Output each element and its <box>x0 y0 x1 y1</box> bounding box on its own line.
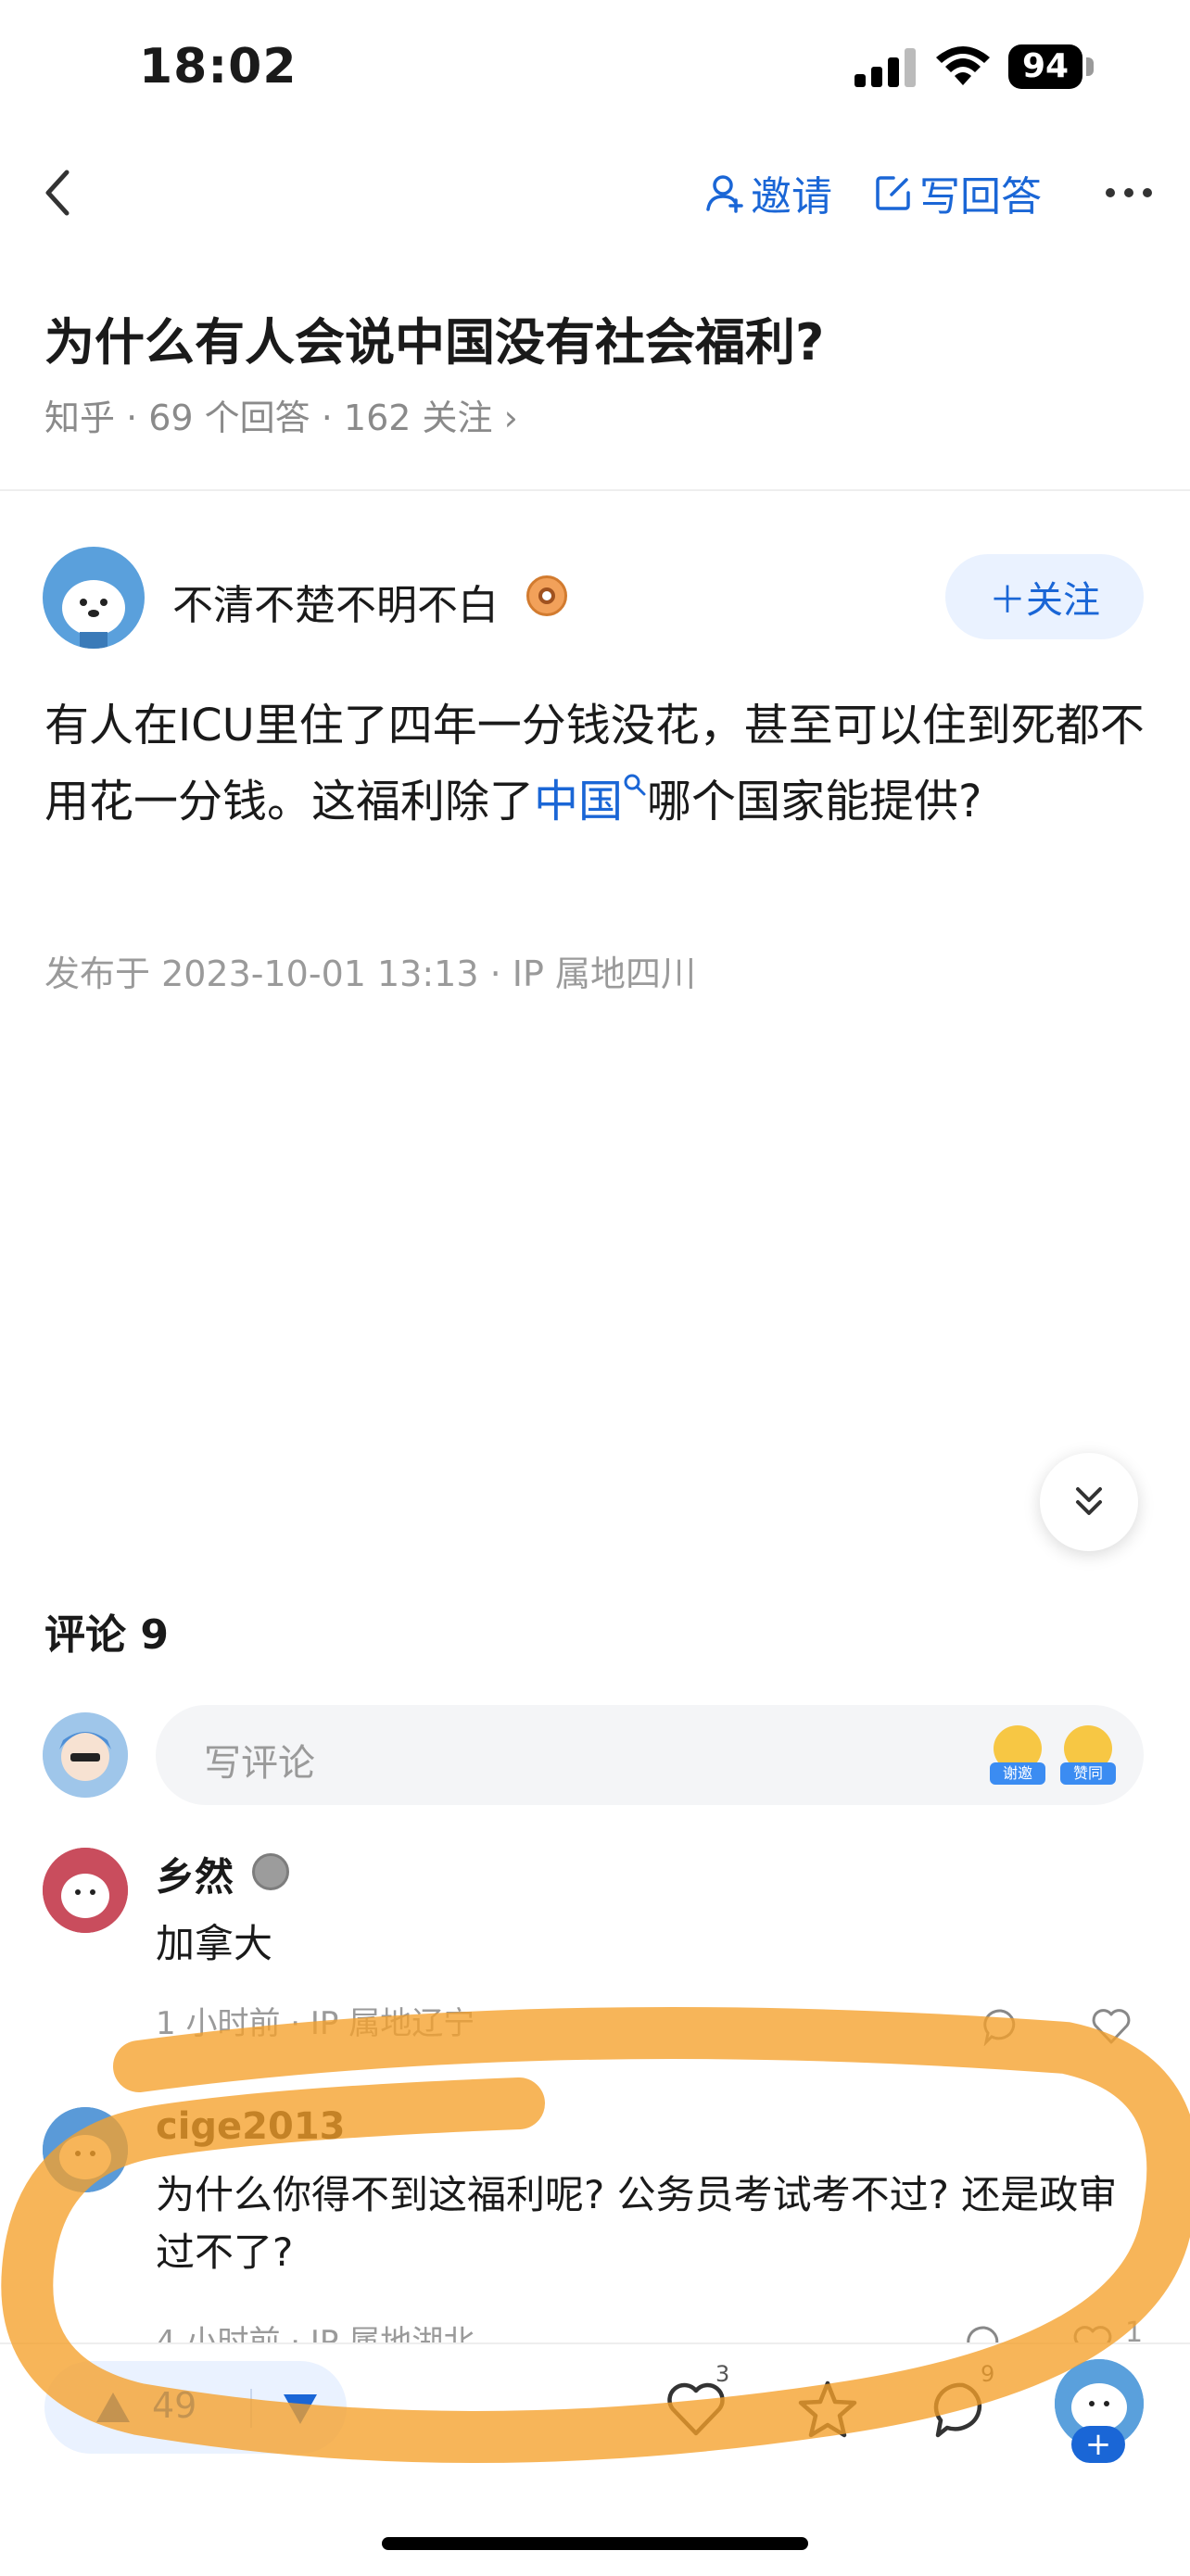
like-count: 3 <box>715 2361 730 2387</box>
double-chevron-down-icon <box>1076 1487 1102 1515</box>
emoji-agree-icon[interactable]: 赞同 <box>1060 1725 1116 1785</box>
person-add-icon <box>706 175 743 213</box>
my-avatar[interactable] <box>43 1712 128 1798</box>
more-icon[interactable] <box>1101 165 1157 221</box>
collapse-button[interactable] <box>1040 1453 1138 1551</box>
commenter-name[interactable]: cige2013 <box>156 2105 346 2148</box>
upvote-arrow-icon[interactable] <box>96 2393 130 2422</box>
reply-icon[interactable] <box>981 2005 1021 2046</box>
upvote-count: 49 <box>152 2385 197 2426</box>
vote-control[interactable]: 49 <box>44 2361 347 2454</box>
follow-button[interactable]: ＋关注 <box>945 554 1144 639</box>
cellular-signal-icon <box>855 48 916 87</box>
answer-meta: 发布于 2023-10-01 13:13 · IP 属地四川 <box>44 953 696 994</box>
battery-icon: 94 <box>1008 44 1094 89</box>
comment-input[interactable]: 写评论 谢邀 赞同 <box>156 1705 1144 1805</box>
downvote-arrow-icon[interactable] <box>284 2394 317 2424</box>
like-heart-icon[interactable] <box>1090 2005 1133 2046</box>
answer-text-2: 哪个国家能提供? <box>647 776 982 827</box>
emoji-thanks-icon[interactable]: 谢邀 <box>990 1725 1045 1785</box>
like-heart-icon[interactable] <box>664 2378 728 2443</box>
search-icon <box>624 774 646 796</box>
comment-text: 为什么你得不到这福利呢? 公务员考试考不过? 还是政审过不了? <box>156 2172 1118 2275</box>
commenter-name[interactable]: 乡然 <box>156 1846 234 1902</box>
follow-plus-button[interactable]: + <box>1071 2426 1125 2463</box>
wifi-icon <box>936 46 990 85</box>
badge-icon <box>252 1853 289 1890</box>
invite-button[interactable]: 邀请 <box>704 163 832 222</box>
comment-bubble-icon[interactable] <box>930 2378 995 2443</box>
question-meta[interactable]: 知乎 · 69 个回答 · 162 关注 › <box>44 389 518 440</box>
emoji-tag: 谢邀 <box>990 1762 1045 1785</box>
home-indicator <box>382 2537 808 2550</box>
favorite-star-icon[interactable] <box>795 2378 860 2443</box>
status-time: 18:02 <box>139 39 298 95</box>
comment-input-placeholder: 写评论 <box>204 1742 315 1785</box>
write-answer-label: 写回答 <box>919 173 1042 221</box>
comments-title: 评论 9 <box>44 1611 169 1659</box>
edit-icon <box>876 176 910 210</box>
author-avatar[interactable] <box>43 547 145 649</box>
question-title[interactable]: 为什么有人会说中国没有社会福利? <box>44 301 1157 374</box>
battery-level: 94 <box>1008 44 1082 89</box>
answer-search-link[interactable]: 中国 <box>534 776 623 827</box>
emoji-tag: 赞同 <box>1060 1762 1116 1785</box>
back-chevron-icon[interactable] <box>37 165 83 221</box>
comment-count: 9 <box>981 2361 995 2387</box>
creator-badge-icon <box>526 575 567 616</box>
write-answer-button[interactable]: 写回答 <box>873 163 1042 222</box>
answer-content: 有人在ICU里住了四年一分钱没花，甚至可以住到死都不用花一分钱。这福利除了中国哪… <box>44 688 1147 840</box>
vote-divider <box>250 2389 252 2428</box>
author-name[interactable]: 不清不楚不明不白 <box>172 572 499 631</box>
comment-text: 加拿大 <box>156 1921 273 1966</box>
commenter-avatar[interactable] <box>43 1848 128 1933</box>
commenter-avatar[interactable] <box>43 2107 128 2192</box>
comment-meta: 1 小时前 · IP 属地辽宁 <box>156 2005 475 2042</box>
invite-label: 邀请 <box>751 173 832 221</box>
divider <box>0 489 1190 491</box>
